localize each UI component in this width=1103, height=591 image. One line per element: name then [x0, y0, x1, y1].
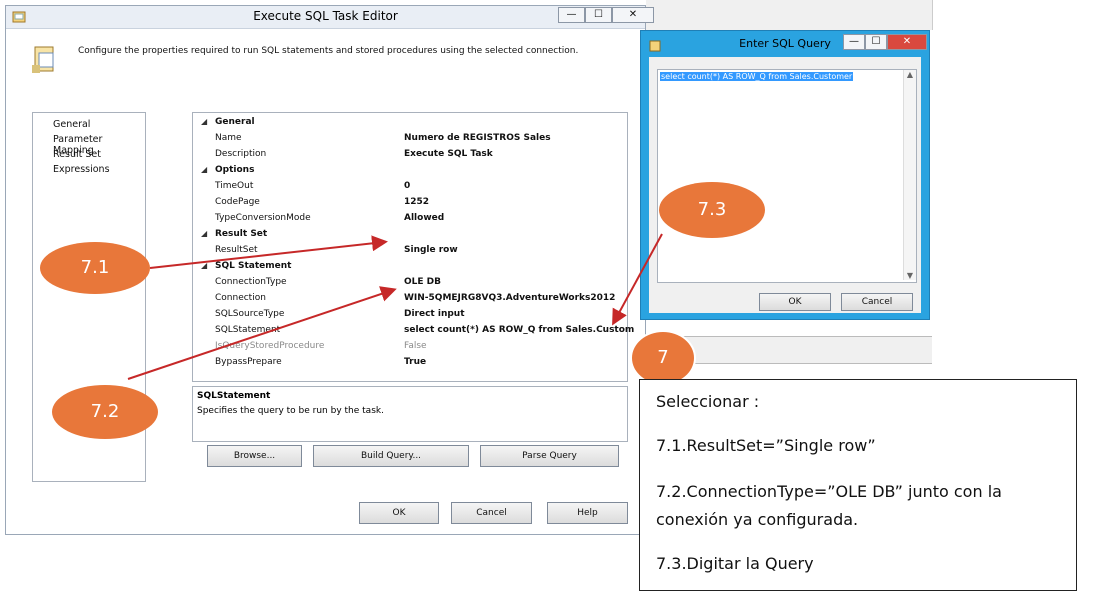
callout-7-3: 7.3	[659, 182, 765, 238]
callout-7-2: 7.2	[52, 385, 158, 439]
note-line-3b: conexión ya configurada.	[656, 510, 859, 529]
note-line-1: Seleccionar :	[656, 392, 760, 411]
arrow-7-2	[127, 286, 397, 380]
note-line-2: 7.1.ResultSet=”Single row”	[656, 436, 876, 455]
callout-7: 7	[630, 330, 696, 386]
callout-7-1: 7.1	[40, 242, 150, 294]
arrow-7-1	[149, 235, 388, 269]
instructions-box: Seleccionar : 7.1.ResultSet=”Single row”…	[639, 379, 1077, 591]
note-line-3a: 7.2.ConnectionType=”OLE DB” junto con la	[656, 482, 1002, 501]
note-line-4: 7.3.Digitar la Query	[656, 554, 814, 573]
arrow-7-3	[612, 233, 663, 326]
